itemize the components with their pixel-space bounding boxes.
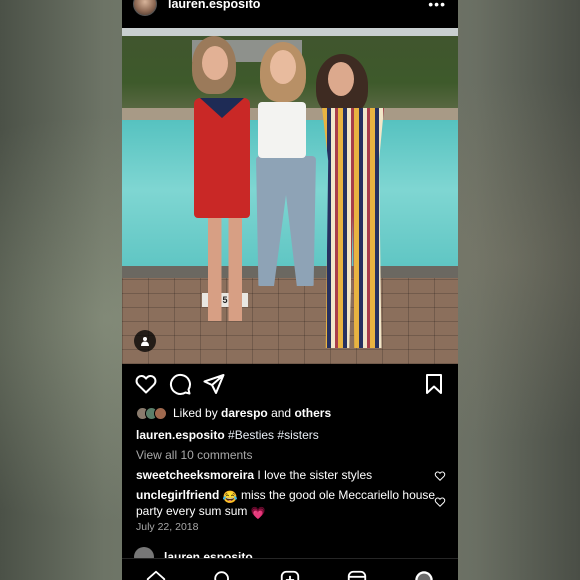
person-1-legs	[208, 216, 242, 321]
photo-pavers	[122, 278, 458, 364]
home-icon[interactable]	[145, 569, 167, 580]
liker-avatar	[154, 406, 167, 420]
send-icon[interactable]	[202, 372, 226, 396]
instagram-post-screen: lauren.esposito ••• 5	[122, 0, 458, 580]
bookmark-icon[interactable]	[422, 372, 446, 396]
person-2-face	[270, 50, 296, 84]
reels-icon[interactable]	[346, 569, 368, 580]
likes-summary[interactable]: Liked by darespo and others	[136, 405, 331, 421]
comment-username[interactable]: unclegirlfriend	[136, 488, 219, 502]
comment-like-heart-icon[interactable]	[434, 496, 446, 508]
more-options-icon[interactable]: •••	[428, 0, 446, 12]
comment-username[interactable]: sweetcheeksmoreira	[136, 468, 254, 482]
pink-heart-emoji: 💗	[250, 506, 266, 520]
post-header: lauren.esposito •••	[122, 0, 458, 22]
user-tag-icon[interactable]	[134, 330, 156, 352]
likes-text: Liked by darespo and others	[173, 406, 331, 420]
person-3-face	[328, 62, 354, 96]
laughing-emoji: 😂	[222, 490, 238, 504]
likes-connector: and	[271, 406, 292, 420]
post-actions	[122, 372, 458, 396]
person-1-face	[202, 46, 228, 80]
post-date: July 22, 2018	[136, 521, 199, 533]
bottom-tab-bar	[122, 558, 458, 580]
person-2-white-top	[258, 102, 306, 158]
view-all-comments-link[interactable]: View all 10 comments	[136, 448, 253, 462]
post-photo[interactable]: 5	[122, 28, 458, 364]
post-caption: lauren.esposito #Besties #sisters	[136, 428, 319, 442]
author-username[interactable]: lauren.esposito	[168, 0, 260, 11]
caption-text[interactable]: #Besties #sisters	[228, 428, 319, 442]
search-icon[interactable]	[212, 569, 234, 580]
likes-user[interactable]: darespo	[221, 406, 268, 420]
comment-2: unclegirlfriend 😂 miss the good ole Mecc…	[136, 488, 436, 520]
comment-like-heart-icon[interactable]	[434, 470, 446, 482]
new-post-icon[interactable]	[279, 569, 301, 580]
author-avatar[interactable]	[133, 0, 157, 16]
likes-others[interactable]: others	[294, 406, 331, 420]
profile-icon[interactable]	[413, 569, 435, 580]
heart-icon[interactable]	[134, 372, 158, 396]
comment-text: I love the sister styles	[257, 468, 373, 482]
comment-icon[interactable]	[168, 372, 192, 396]
caption-username[interactable]: lauren.esposito	[136, 428, 225, 442]
comment-1: sweetcheeksmoreira I love the sister sty…	[136, 468, 436, 482]
likes-prefix: Liked by	[173, 406, 218, 420]
